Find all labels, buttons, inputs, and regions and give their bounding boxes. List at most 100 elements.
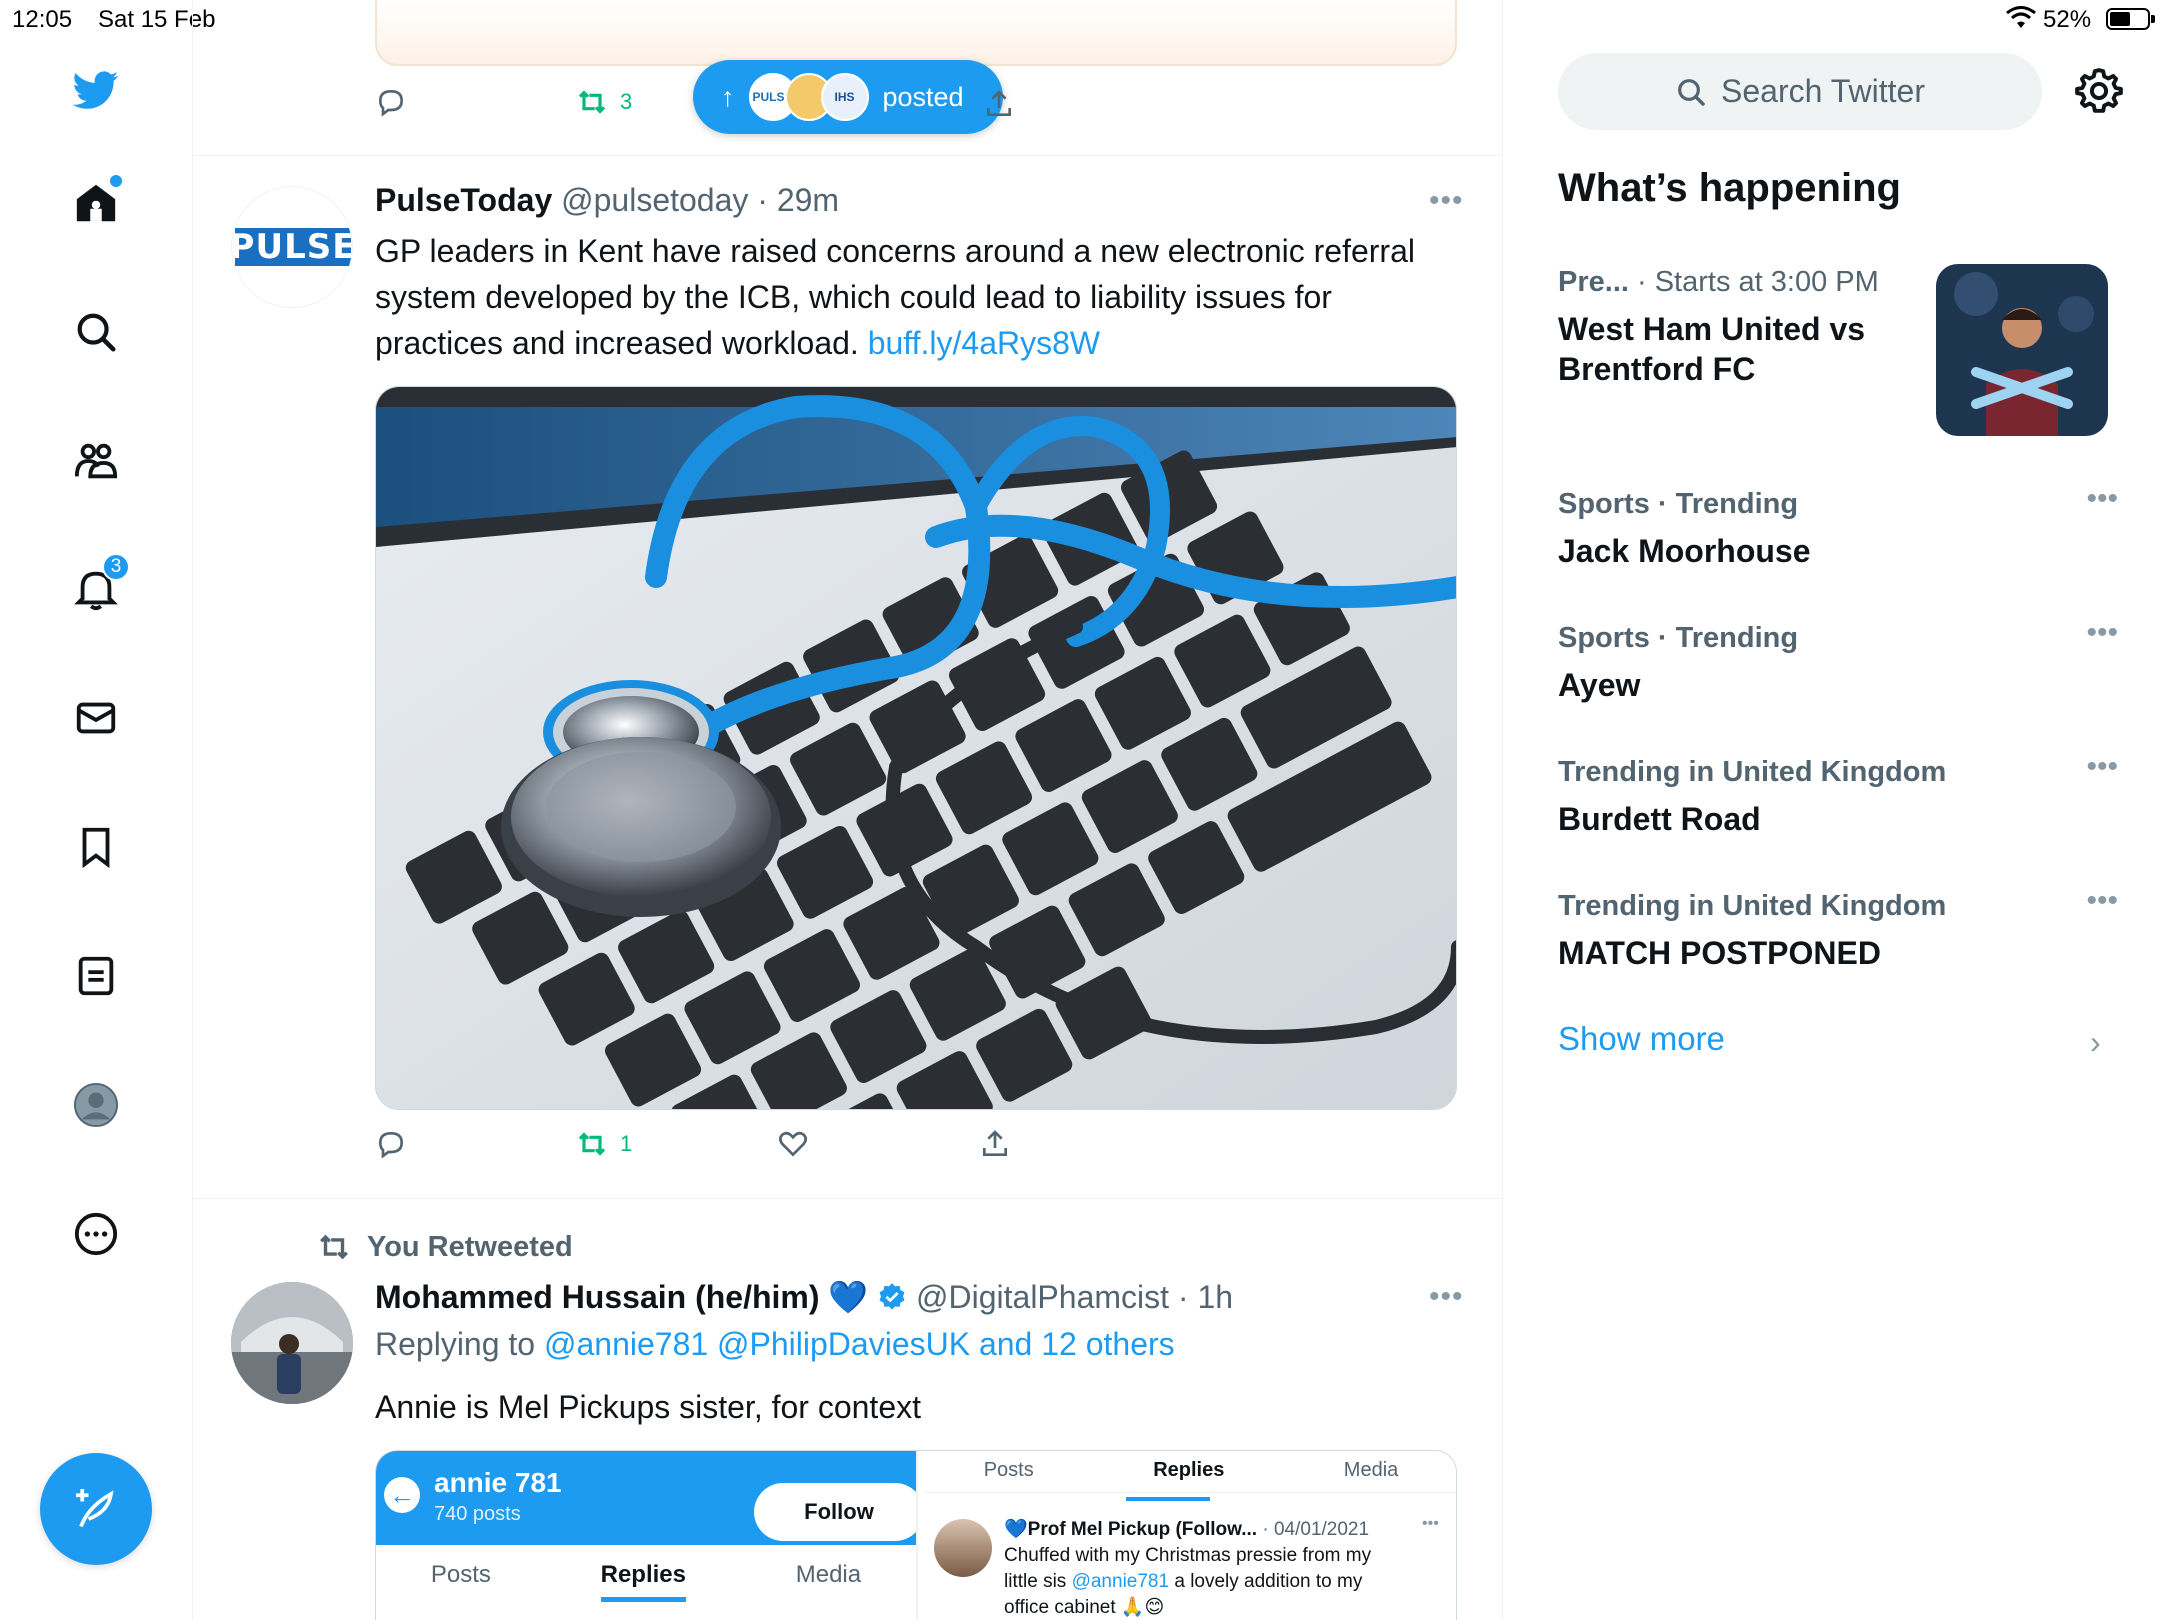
embed-tab-active: Replies	[600, 1561, 686, 1602]
compose-tweet-button[interactable]	[40, 1453, 152, 1565]
notifications-badge: 3	[102, 553, 130, 581]
share-icon[interactable]	[983, 88, 1015, 120]
embed-tab: Posts	[983, 1459, 1034, 1481]
search-input[interactable]: Search Twitter	[1558, 53, 2042, 130]
messages-icon[interactable]	[66, 688, 126, 748]
trend-meta: Trending in United Kingdom	[1558, 756, 1947, 788]
retweet-button[interactable]: 1	[576, 1128, 632, 1160]
event-item[interactable]: Pre... · Starts at 3:00 PM West Ham Unit…	[1558, 266, 1918, 389]
replying-prefix: Replying to	[375, 1326, 536, 1362]
share-icon	[983, 1130, 1007, 1156]
whats-happening-title: What’s happening	[1558, 166, 1901, 210]
trend-more-icon[interactable]: •••	[2086, 884, 2118, 918]
chevron-right-icon[interactable]: ›	[2090, 1024, 2101, 1061]
tweet-image[interactable]: ← annie 781 740 posts Follow Posts Repli…	[375, 1450, 1457, 1620]
embed-quoted-text: Chuffed with my Christmas pressie from m…	[1004, 1543, 1371, 1620]
embed-quoted-name: 💙Prof Mel Pickup (Follow...	[1004, 1519, 1258, 1540]
new-posts-dot	[110, 175, 122, 187]
author-name[interactable]: Mohammed Hussain (he/him)	[375, 1279, 820, 1315]
trend-item[interactable]: Sports · Trending Jack Moorhouse •••	[1558, 482, 2118, 571]
embed-quoted-date: · 04/01/2021	[1262, 1519, 1370, 1540]
more-icon[interactable]	[66, 1204, 126, 1264]
embed-tab: Media	[1343, 1459, 1399, 1481]
bookmarks-icon[interactable]	[66, 817, 126, 877]
trend-more-icon[interactable]: •••	[2086, 750, 2118, 784]
retweet-context: You Retweeted	[317, 1230, 573, 1264]
tweet-header: Mohammed Hussain (he/him) 💙 @DigitalPham…	[375, 1279, 1234, 1315]
event-image[interactable]	[1936, 264, 2108, 436]
reply-button[interactable]	[375, 86, 407, 118]
tweet-time[interactable]: 1h	[1197, 1279, 1233, 1315]
embed-quoted-pre: little sis	[1004, 1571, 1067, 1592]
twitter-logo-icon[interactable]	[66, 60, 126, 120]
previous-tweet-card[interactable]	[375, 0, 1457, 66]
retweet-icon	[578, 90, 606, 114]
embed-tabs-left: Posts Replies Media	[376, 1561, 916, 1602]
replying-links[interactable]: @annie781 @PhilipDaviesUK and 12 others	[544, 1326, 1175, 1362]
embed-tab-active: Replies	[1153, 1459, 1225, 1481]
search-nav-icon[interactable]	[66, 302, 126, 362]
embed-quoted-mention: @annie781	[1071, 1571, 1170, 1592]
embed-quoted-line: Chuffed with my Christmas pressie from m…	[1004, 1545, 1372, 1566]
embed-quoted-post: a lovely addition to my	[1174, 1571, 1363, 1592]
embed-follow-button: Follow	[754, 1483, 924, 1541]
divider	[193, 1198, 1502, 1199]
trend-item[interactable]: Sports · Trending Ayew •••	[1558, 616, 2118, 705]
like-button[interactable]	[777, 1128, 809, 1160]
notifications-icon[interactable]: 3	[66, 553, 130, 619]
trend-title: Burdett Road	[1558, 801, 1761, 837]
share-button[interactable]	[979, 1128, 1011, 1160]
embed-profile-posts: 740 posts	[434, 1503, 521, 1525]
author-name[interactable]: PulseToday	[375, 182, 552, 218]
search-icon	[1678, 78, 1705, 106]
author-handle[interactable]: @DigitalPhamcist	[916, 1279, 1169, 1315]
stethoscope-keyboard-image	[376, 387, 1456, 1109]
lists-icon[interactable]	[66, 946, 126, 1006]
avatar[interactable]	[231, 1282, 353, 1404]
embed-avatar	[934, 1519, 992, 1577]
divider	[193, 155, 1502, 156]
author-handle[interactable]: @pulsetoday	[561, 182, 748, 218]
right-sidebar: Search Twitter What’s happening Pre... ·…	[1504, 0, 2160, 1620]
replying-to: Replying to @annie781 @PhilipDaviesUK an…	[375, 1326, 1175, 1363]
trend-more-icon[interactable]: •••	[2086, 482, 2118, 516]
tweet-text: GP leaders in Kent have raised concerns …	[375, 228, 1435, 366]
trend-title: MATCH POSTPONED	[1558, 935, 1881, 971]
embed-tab: Media	[795, 1561, 862, 1588]
tweet-text: Annie is Mel Pickups sister, for context	[375, 1389, 921, 1425]
reply-button[interactable]	[375, 1128, 407, 1160]
avatar[interactable]: PULSE	[231, 186, 353, 308]
embed-quoted-line: office cabinet 🙏😊	[1004, 1597, 1165, 1618]
tweet-header: PulseToday @pulsetoday · 29m	[375, 182, 840, 218]
retweet-button[interactable]: 3	[576, 86, 632, 118]
trend-title: Jack Moorhouse	[1558, 533, 1811, 569]
trend-item[interactable]: Trending in United Kingdom Burdett Road …	[1558, 750, 2118, 839]
arrow-up-icon: ↑	[721, 81, 735, 112]
tweet-link[interactable]: buff.ly/4aRys8W	[868, 325, 1100, 361]
event-time: · Starts at 3:00 PM	[1637, 266, 1879, 298]
retweet-count: 1	[620, 1131, 633, 1156]
trend-meta: Trending in United Kingdom	[1558, 890, 1947, 922]
trend-meta: Sports · Trending	[1558, 488, 1799, 520]
home-icon[interactable]	[66, 173, 126, 233]
trend-meta: Sports · Trending	[1558, 622, 1799, 654]
show-more-link[interactable]: Show more	[1558, 1020, 1725, 1058]
feather-plus-icon	[76, 1489, 114, 1528]
tweet-more-icon[interactable]: •••	[1429, 184, 1464, 218]
tweet-image[interactable]	[375, 386, 1457, 1110]
communities-icon[interactable]	[66, 431, 126, 491]
verified-badge-icon	[879, 1283, 905, 1310]
tweet-time[interactable]: 29m	[777, 182, 839, 218]
settings-gear-icon[interactable]	[2074, 66, 2124, 116]
tweet-more-icon[interactable]: •••	[1429, 1280, 1464, 1314]
timeline: 3 ↑ PULSE IHS posted PULSE PulseToday @p…	[193, 0, 1503, 1620]
trend-title: Ayew	[1558, 667, 1641, 703]
trend-item[interactable]: Trending in United Kingdom MATCH POSTPON…	[1558, 884, 2118, 973]
retweet-count: 3	[620, 89, 633, 114]
reply-icon	[378, 1131, 404, 1159]
retweet-icon	[578, 1132, 606, 1156]
new-posts-pill[interactable]: ↑ PULSE IHS posted	[693, 60, 1003, 134]
trend-more-icon[interactable]: •••	[2086, 616, 2118, 650]
profile-icon[interactable]	[66, 1075, 126, 1135]
back-arrow-icon: ←	[384, 1477, 420, 1513]
